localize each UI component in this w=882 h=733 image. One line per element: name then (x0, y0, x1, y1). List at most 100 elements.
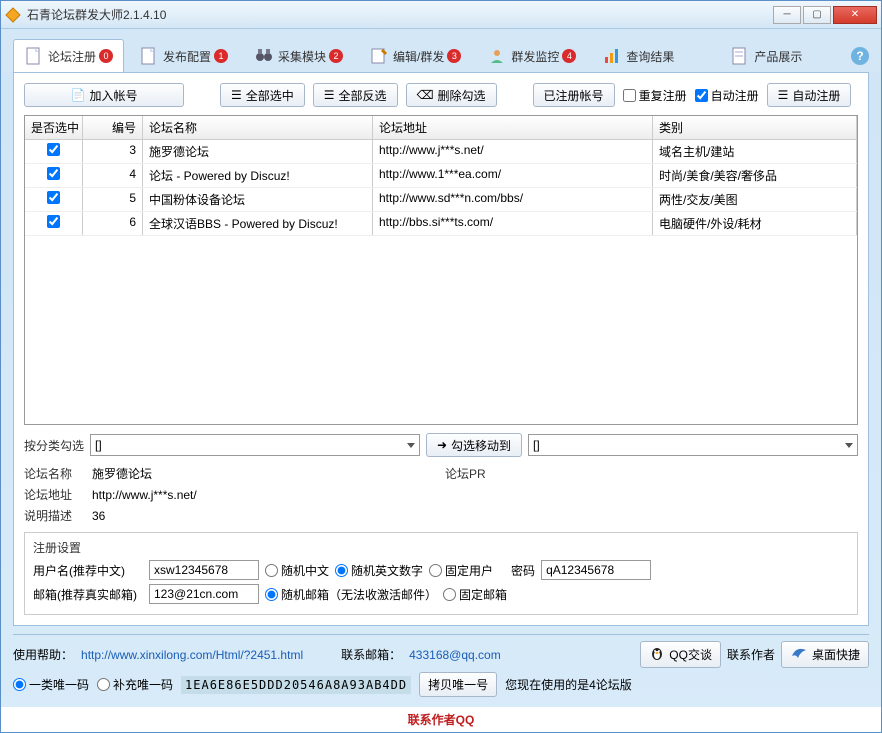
select-all-button[interactable]: ☰全部选中 (220, 83, 305, 107)
row-checkbox[interactable] (47, 143, 60, 156)
window-title: 石青论坛群发大师2.1.4.10 (27, 6, 771, 23)
forum-desc-value: 36 (92, 509, 858, 523)
password-input[interactable] (541, 560, 651, 580)
tab-publish[interactable]: 发布配置 1 (128, 39, 239, 72)
row-category: 域名主机/建站 (653, 140, 857, 163)
forum-url-value: http://www.j***s.net/ (92, 488, 858, 502)
delete-selected-button[interactable]: ⌫删除勾选 (406, 83, 497, 107)
contact-email-link[interactable]: 433168@qq.com (409, 648, 501, 662)
tab-label: 论坛注册 (48, 48, 96, 65)
desktop-shortcut-button[interactable]: 桌面快捷 (781, 641, 869, 668)
tab-monitor[interactable]: 群发监控 4 (476, 39, 587, 72)
row-checkbox[interactable] (47, 215, 60, 228)
col-name[interactable]: 论坛名称 (143, 116, 373, 139)
list-icon: ☰ (231, 88, 242, 102)
forum-url-label: 论坛地址 (24, 486, 84, 503)
tab-collect[interactable]: 采集模块 2 (243, 39, 354, 72)
move-target-combo[interactable]: [] (528, 434, 858, 456)
tab-badge: 0 (99, 49, 113, 63)
add-account-button[interactable]: 📄 加入帐号 (24, 83, 184, 107)
col-id[interactable]: 编号 (83, 116, 143, 139)
maximize-button[interactable]: ▢ (803, 6, 831, 24)
random-chinese-radio[interactable]: 随机中文 (265, 562, 329, 579)
copy-code-button[interactable]: 拷贝唯一号 (419, 672, 497, 697)
tab-label: 发布配置 (163, 48, 211, 65)
row-name: 全球汉语BBS - Powered by Discuz! (143, 212, 373, 235)
col-selected[interactable]: 是否选中 (25, 116, 83, 139)
tab-results[interactable]: 查询结果 (591, 39, 685, 72)
eraser-icon: ⌫ (417, 88, 434, 102)
document-icon (730, 46, 750, 66)
tab-label: 群发监控 (511, 48, 559, 65)
dolphin-icon (790, 646, 808, 663)
category-filter-combo[interactable]: [] (90, 434, 420, 456)
qq-chat-button[interactable]: QQ交谈 (640, 641, 721, 668)
row-id: 5 (83, 188, 143, 211)
row-checkbox[interactable] (47, 167, 60, 180)
list-icon: ☰ (778, 88, 789, 102)
random-email-radio[interactable]: 随机邮箱（无法收激活邮件） (265, 586, 437, 603)
tab-products[interactable]: 产品展示 (719, 39, 813, 72)
filter-label: 按分类勾选 (24, 437, 84, 454)
chevron%-down-icon (845, 443, 853, 448)
row-id: 6 (83, 212, 143, 235)
help-link[interactable]: http://www.xinxilong.com/Html/?2451.html (81, 648, 303, 662)
auto-register-checkbox[interactable]: 自动注册 (695, 87, 759, 104)
row-url: http://www.sd***n.com/bbs/ (373, 188, 653, 211)
row-category: 电脑硬件/外设/耗材 (653, 212, 857, 235)
username-input[interactable] (149, 560, 259, 580)
forum-name-value: 施罗德论坛 (92, 465, 437, 482)
forum-pr-label: 论坛PR (445, 465, 505, 482)
code-type-b-radio[interactable]: 补充唯一码 (97, 676, 173, 693)
chart-icon (602, 46, 622, 66)
contact-label: 联系邮箱： (341, 646, 401, 663)
row-url: http://bbs.si***ts.com/ (373, 212, 653, 235)
fixed-email-radio[interactable]: 固定邮箱 (443, 586, 507, 603)
table-row[interactable]: 6全球汉语BBS - Powered by Discuz!http://bbs.… (25, 212, 857, 236)
code-type-a-radio[interactable]: 一类唯一码 (13, 676, 89, 693)
col-category[interactable]: 类别 (653, 116, 857, 139)
table-row[interactable]: 4论坛 - Powered by Discuz!http://www.1***e… (25, 164, 857, 188)
tab-badge: 2 (329, 49, 343, 63)
registered-accounts-button[interactable]: 已注册帐号 (533, 83, 615, 107)
move-selected-button[interactable]: ➜勾选移动到 (426, 433, 522, 457)
edit-icon (369, 46, 389, 66)
add-icon: 📄 (71, 88, 86, 102)
row-name: 中国粉体设备论坛 (143, 188, 373, 211)
fixed-user-radio[interactable]: 固定用户 (429, 562, 493, 579)
chevron-down-icon (407, 443, 415, 448)
row-category: 时尚/美食/美容/奢侈品 (653, 164, 857, 187)
unique-code-value: 1EA6E86E5DDD20546A8A93AB4DD (181, 676, 411, 694)
tab-label: 编辑/群发 (393, 48, 444, 65)
tab-edit[interactable]: 编辑/群发 3 (358, 39, 472, 72)
auto-register-button[interactable]: ☰自动注册 (767, 83, 852, 107)
col-url[interactable]: 论坛地址 (373, 116, 653, 139)
forum-desc-label: 说明描述 (24, 507, 84, 524)
version-status: 您现在使用的是4论坛版 (505, 676, 632, 693)
username-label: 用户名(推荐中文) (33, 562, 143, 579)
forum-table: 是否选中 编号 论坛名称 论坛地址 类别 3施罗德论坛http://www.j*… (24, 115, 858, 425)
footer-contact-qq: 联系作者QQ (1, 707, 881, 732)
row-checkbox[interactable] (47, 191, 60, 204)
email-label: 邮箱(推荐真实邮箱) (33, 586, 143, 603)
email-input[interactable] (149, 584, 259, 604)
row-url: http://www.j***s.net/ (373, 140, 653, 163)
help-button[interactable]: ? (851, 47, 869, 65)
register-settings-legend: 注册设置 (33, 539, 849, 556)
tab-label: 产品展示 (754, 48, 802, 65)
table-row[interactable]: 5中国粉体设备论坛http://www.sd***n.com/bbs/两性/交友… (25, 188, 857, 212)
repeat-register-checkbox[interactable]: 重复注册 (623, 87, 687, 104)
minimize-button[interactable]: ─ (773, 6, 801, 24)
invert-selection-button[interactable]: ☰全部反选 (313, 83, 398, 107)
table-row[interactable]: 3施罗德论坛http://www.j***s.net/域名主机/建站 (25, 140, 857, 164)
tab-register[interactable]: 论坛注册 0 (13, 39, 124, 72)
row-name: 论坛 - Powered by Discuz! (143, 164, 373, 187)
row-name: 施罗德论坛 (143, 140, 373, 163)
close-button[interactable]: ✕ (833, 6, 877, 24)
tab-badge: 4 (562, 49, 576, 63)
tab-badge: 1 (214, 49, 228, 63)
app-icon (5, 7, 21, 23)
random-alnum-radio[interactable]: 随机英文数字 (335, 562, 423, 579)
page-icon (139, 46, 159, 66)
arrow-icon: ➜ (437, 438, 447, 452)
